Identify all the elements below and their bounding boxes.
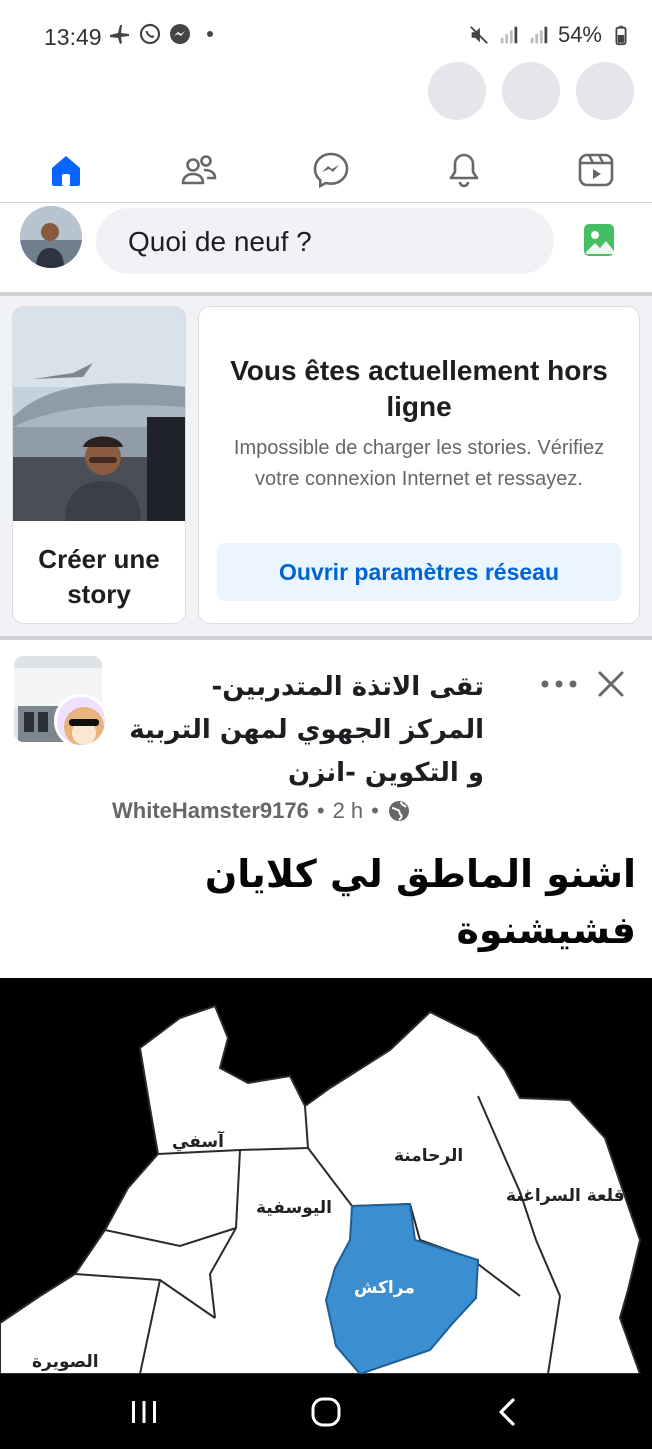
post-header: تقى الاتذة المتدربين- المركز الجهوي لمهن… xyxy=(0,652,652,832)
header-action-button[interactable] xyxy=(428,62,486,120)
hamster-avatar xyxy=(57,697,105,745)
header-action-button[interactable] xyxy=(502,62,560,120)
dot-icon xyxy=(207,31,213,37)
user-avatar[interactable] xyxy=(54,694,108,748)
open-network-settings-button[interactable]: Ouvrir paramètres réseau xyxy=(217,543,621,601)
bell-icon xyxy=(449,153,478,188)
home-button-icon[interactable] xyxy=(306,1392,346,1432)
post-composer: Quoi de neuf ? xyxy=(0,204,652,274)
signal-icon xyxy=(500,26,518,44)
tab-home[interactable] xyxy=(44,148,88,192)
story-profile-photo xyxy=(13,307,185,521)
tab-notifications[interactable] xyxy=(442,148,486,192)
map-label-youssoufia: اليوسفية xyxy=(256,1198,333,1218)
mute-icon xyxy=(470,26,488,44)
stories-section: Créer une story Vous êtes actuellement h… xyxy=(0,296,652,636)
profile-photo xyxy=(20,206,82,268)
battery-percent: 54% xyxy=(557,22,602,47)
back-icon[interactable] xyxy=(488,1392,528,1432)
whatsapp-icon xyxy=(139,23,161,45)
close-icon[interactable] xyxy=(594,664,628,704)
globe-icon xyxy=(388,801,409,821)
map-label-kelaa: قلعة السراغنة xyxy=(506,1186,625,1206)
create-story-card[interactable]: Créer une story xyxy=(12,306,186,624)
offline-message: Impossible de charger les stories. Vérif… xyxy=(233,437,605,490)
signal-icon xyxy=(530,26,548,44)
airplane-icon xyxy=(110,25,129,44)
tab-video[interactable] xyxy=(574,148,618,192)
create-story-label: Créer une story xyxy=(38,544,160,609)
map-graphic xyxy=(0,978,652,1374)
map-label-safi: آسفي xyxy=(172,1132,224,1152)
battery-icon xyxy=(615,25,627,46)
stories-offline-card: Vous êtes actuellement hors ligne Imposs… xyxy=(198,306,640,624)
post-group-name[interactable]: تقى الاتذة المتدربين- المركز الجهوي لمهن… xyxy=(124,666,484,795)
home-icon xyxy=(52,156,80,186)
meta-separator: • xyxy=(316,798,325,823)
tab-friends[interactable] xyxy=(177,148,221,192)
post-text: اشنو الماطق لي كلايان فشيشنوة xyxy=(204,852,636,952)
post-time[interactable]: 2 h xyxy=(333,798,364,824)
avatar[interactable] xyxy=(20,206,82,268)
map-label-essaouira: الصويرة xyxy=(32,1352,99,1372)
header-actions xyxy=(428,62,634,120)
main-nav xyxy=(0,140,652,200)
tab-messenger[interactable] xyxy=(309,148,353,192)
friends-icon xyxy=(181,155,216,185)
offline-title: Vous êtes actuellement hors ligne xyxy=(230,355,608,422)
photo-icon[interactable] xyxy=(582,222,616,258)
divider xyxy=(0,202,652,203)
messenger-icon xyxy=(313,152,349,189)
map-label-rehamna: الرحامنة xyxy=(394,1146,464,1166)
more-options-icon[interactable] xyxy=(538,666,580,702)
status-system-icons: 54% xyxy=(468,22,632,48)
post-image-map[interactable]: آسفي الرحامنة قلعة السراغنة اليوسفية مرا… xyxy=(0,978,652,1374)
android-nav-bar xyxy=(0,1374,652,1449)
messenger-icon xyxy=(170,24,190,44)
meta-separator: • xyxy=(371,798,379,823)
status-time: 13:49 xyxy=(44,24,102,50)
header-action-button[interactable] xyxy=(576,62,634,120)
status-notification-icons xyxy=(108,22,222,46)
video-icon xyxy=(578,153,614,187)
section-divider xyxy=(0,636,652,640)
composer-input[interactable]: Quoi de neuf ? xyxy=(96,208,554,274)
post-meta: WhiteHamster9176 • 2 h • xyxy=(112,798,411,824)
recent-apps-icon[interactable] xyxy=(124,1392,164,1432)
post-author[interactable]: WhiteHamster9176 xyxy=(112,798,309,824)
map-label-marrakech: مراكش xyxy=(354,1278,415,1298)
